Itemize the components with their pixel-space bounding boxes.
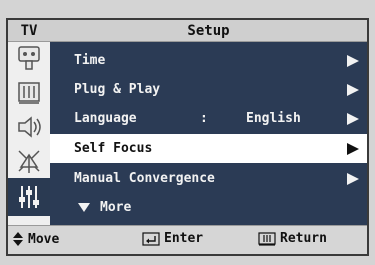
arrow-right-icon bbox=[347, 172, 359, 185]
menu-item-label: More bbox=[100, 200, 132, 215]
menu-item-time[interactable]: Time bbox=[50, 46, 367, 75]
tv-label: TV bbox=[8, 20, 50, 42]
arrow-right-icon bbox=[347, 54, 359, 67]
picture-icon[interactable] bbox=[8, 76, 50, 110]
menu-item-self-focus[interactable]: Self Focus bbox=[50, 134, 367, 163]
help-enter-label: Enter bbox=[164, 231, 204, 246]
menu-item-label: Manual Convergence bbox=[74, 171, 215, 186]
arrow-down-icon bbox=[78, 203, 90, 212]
language-separator: : bbox=[200, 111, 208, 126]
menu-item-language[interactable]: Language : English bbox=[50, 104, 367, 133]
return-icon bbox=[258, 231, 276, 246]
arrow-right-icon bbox=[347, 112, 359, 125]
up-down-arrows-icon bbox=[13, 232, 23, 246]
menu-item-label: Language bbox=[74, 111, 137, 126]
help-move-label: Move bbox=[28, 231, 60, 247]
setup-menu: Time Plug & Play Language : English Self… bbox=[50, 42, 367, 226]
help-enter: Enter bbox=[142, 231, 203, 246]
setup-icon[interactable] bbox=[8, 178, 50, 216]
input-icon[interactable] bbox=[8, 42, 50, 76]
menu-item-manual-convergence[interactable]: Manual Convergence bbox=[50, 164, 367, 193]
arrow-right-icon bbox=[347, 83, 359, 96]
help-move: Move bbox=[12, 231, 59, 247]
menu-item-label: Plug & Play bbox=[74, 82, 161, 97]
arrow-right-icon bbox=[347, 142, 359, 155]
help-return-label: Return bbox=[280, 231, 327, 246]
osd-window: TV Setup Time Plug & Play Language: Eng… bbox=[6, 18, 369, 256]
channel-antenna-icon[interactable] bbox=[8, 144, 50, 178]
sidebar: TV bbox=[8, 20, 50, 226]
menu-item-more[interactable]: More bbox=[50, 193, 367, 222]
enter-icon bbox=[142, 231, 160, 246]
menu-title: Setup bbox=[50, 20, 367, 42]
menu-item-label: Self Focus bbox=[74, 141, 153, 156]
menu-item-plug-and-play[interactable]: Plug & Play bbox=[50, 75, 367, 104]
help-return: Return bbox=[258, 231, 327, 246]
sound-icon[interactable] bbox=[8, 110, 50, 144]
language-value: English bbox=[246, 111, 301, 126]
menu-item-label: Time bbox=[74, 53, 106, 68]
help-bar: Move Enter Return bbox=[8, 225, 367, 254]
